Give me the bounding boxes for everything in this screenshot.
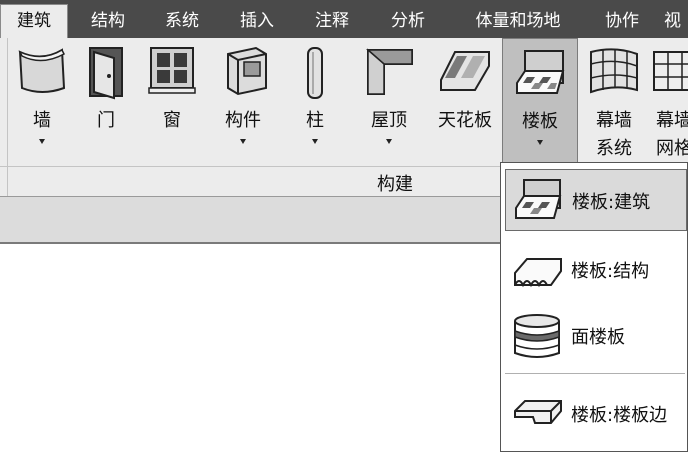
menu-item-label: 楼板:结构 [571, 261, 650, 282]
menu-item-label: 面楼板 [571, 327, 625, 348]
slab-edge-icon [511, 389, 563, 439]
window-icon [147, 44, 197, 100]
face-floor-icon [511, 311, 563, 367]
curtain-system-label-2: 系统 [596, 138, 632, 159]
tab-annotate[interactable]: 注释 [300, 6, 364, 36]
panel-title-build[interactable]: 构建 [355, 170, 435, 196]
column-label: 柱 [306, 110, 324, 131]
tab-structure[interactable]: 结构 [76, 6, 140, 36]
component-icon [216, 44, 270, 102]
chevron-down-icon [312, 139, 318, 144]
ceiling-button[interactable]: 天花板 [430, 38, 500, 166]
roof-label: 屋顶 [371, 110, 407, 131]
menu-item-face-floor[interactable]: 面楼板 [505, 305, 687, 367]
tab-collaborate[interactable]: 协作 [590, 6, 654, 36]
menu-item-label: 楼板:楼板边 [571, 405, 668, 426]
menu-separator [505, 373, 685, 374]
window-button[interactable]: 窗 [142, 38, 202, 166]
floor-icon [513, 47, 567, 105]
menu-item-label: 楼板:建筑 [572, 192, 651, 213]
tab-systems[interactable]: 系统 [150, 6, 214, 36]
curtain-grid-label-2: 网格 [656, 138, 688, 159]
floor-label: 楼板 [522, 111, 558, 132]
curtain-grid-label: 幕墙 [656, 110, 688, 131]
roof-icon [362, 44, 416, 102]
wall-icon [16, 44, 68, 100]
column-icon [302, 44, 328, 106]
component-label: 构件 [225, 110, 261, 131]
chevron-down-icon [537, 140, 543, 145]
ceiling-label: 天花板 [438, 110, 492, 131]
curtain-system-label: 幕墙 [596, 110, 632, 131]
wall-label: 墙 [33, 110, 51, 131]
door-label: 门 [97, 110, 115, 131]
component-button[interactable]: 构件 [210, 38, 276, 166]
window-label: 窗 [163, 110, 181, 131]
column-button[interactable]: 柱 [290, 38, 340, 166]
tab-massing-site[interactable]: 体量和场地 [454, 6, 582, 36]
tab-analyze[interactable]: 分析 [375, 6, 441, 36]
floor-dropdown-menu: 楼板:建筑 楼板:结构 面楼板 楼板:楼板边 [500, 162, 688, 452]
tab-architecture[interactable]: 建筑 [0, 4, 68, 40]
menu-item-floor-architectural[interactable]: 楼板:建筑 [505, 169, 687, 231]
floor-architectural-icon [512, 176, 564, 228]
curtain-system-button[interactable]: 幕墙 系统 [584, 38, 644, 166]
ceiling-icon [437, 44, 493, 98]
curtain-grid-icon [650, 44, 688, 102]
chevron-down-icon [386, 139, 392, 144]
ribbon-tab-bar: 建筑 结构 系统 插入 注释 分析 体量和场地 协作 视 [0, 0, 688, 40]
door-icon [84, 44, 128, 104]
menu-item-floor-structural[interactable]: 楼板:结构 [505, 239, 687, 301]
floor-structural-icon [511, 245, 563, 297]
chevron-down-icon [240, 139, 246, 144]
curtain-grid-button[interactable]: 幕墙 网格 [648, 38, 688, 166]
floor-button[interactable]: 楼板 [502, 38, 578, 164]
menu-item-slab-edge[interactable]: 楼板:楼板边 [505, 383, 687, 445]
wall-button[interactable]: 墙 [12, 38, 72, 166]
roof-button[interactable]: 屋顶 [356, 38, 422, 166]
door-button[interactable]: 门 [78, 38, 134, 166]
tab-insert[interactable]: 插入 [225, 6, 289, 36]
tab-view[interactable]: 视 [664, 6, 688, 36]
curtain-system-icon [587, 44, 641, 102]
chevron-down-icon [39, 139, 45, 144]
